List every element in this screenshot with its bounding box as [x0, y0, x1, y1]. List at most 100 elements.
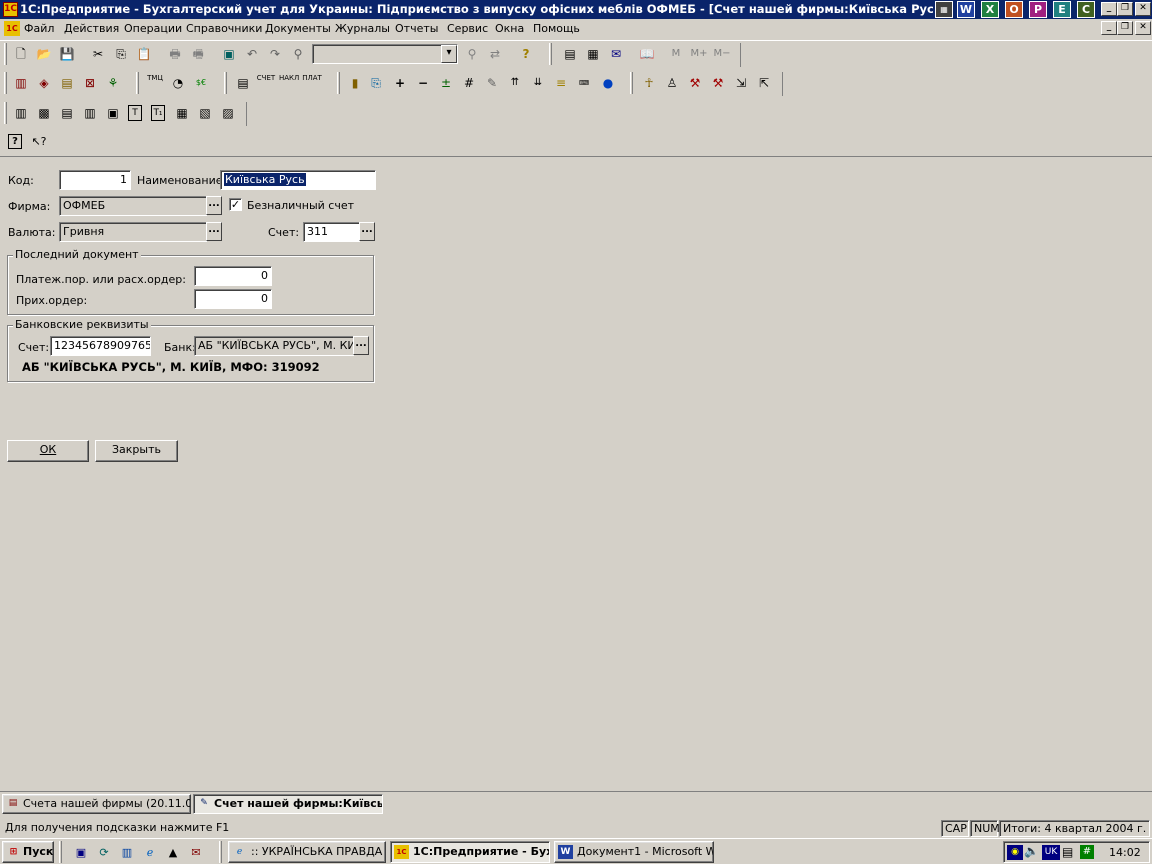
goods-icon[interactable]: ТМЦ	[145, 73, 165, 93]
tray-app-icon[interactable]: ◉	[1007, 845, 1023, 860]
find-next-icon[interactable]: ⚲	[462, 44, 482, 64]
payment-field[interactable]: 0	[194, 266, 272, 286]
up-arrows-icon[interactable]: ⇈	[505, 73, 525, 93]
calendar-icon[interactable]: ▦	[583, 44, 603, 64]
account-select-button[interactable]: ...	[359, 222, 375, 241]
plus-icon[interactable]: +	[390, 73, 410, 93]
menu-help[interactable]: Помощь	[531, 19, 582, 38]
journal-icon[interactable]: ▤	[233, 73, 253, 93]
menu-journals[interactable]: Журналы	[333, 19, 392, 38]
firm-field[interactable]: ОФМЕБ	[59, 196, 207, 216]
menu-actions[interactable]: Действия	[62, 19, 121, 38]
menu-documents[interactable]: Документы	[263, 19, 333, 38]
task-1c[interactable]: 1С 1С:Предприятие - Бух...	[390, 841, 550, 863]
word-icon[interactable]: W	[957, 1, 975, 18]
memory-minus-button[interactable]: M−	[712, 44, 732, 64]
operations-icon[interactable]: ⚘	[103, 73, 123, 93]
text-sub-icon[interactable]: T₁	[151, 105, 165, 121]
bank-field[interactable]: АБ "КИЇВСЬКА РУСЬ", М. КИЇ	[194, 336, 354, 356]
form3-icon[interactable]: ▣	[103, 103, 123, 123]
payment-icon[interactable]: ПЛАТ	[302, 73, 322, 93]
currency-select-button[interactable]: ...	[206, 222, 222, 241]
toolbar-grip[interactable]	[337, 72, 340, 94]
print-preview-icon[interactable]: 🖷	[188, 44, 208, 64]
folder-icon[interactable]: ▮	[345, 73, 365, 93]
app-icon[interactable]: 1С	[3, 2, 18, 17]
balance-icon[interactable]: ±	[436, 73, 456, 93]
tools-icon[interactable]: ⚒	[685, 73, 705, 93]
undo-icon[interactable]: ↶	[242, 44, 262, 64]
close-button[interactable]: ✕	[1135, 2, 1151, 16]
table-icon[interactable]: ▥	[11, 103, 31, 123]
excel-icon[interactable]: X	[981, 1, 999, 18]
mail-icon[interactable]: ✉	[187, 844, 205, 861]
checker-icon[interactable]: ▩	[34, 103, 54, 123]
book-icon[interactable]: 📖	[637, 44, 657, 64]
minimize-button[interactable]: _	[1101, 2, 1117, 16]
start-button[interactable]: ⊞ Пуск	[2, 841, 54, 863]
taskbar-grip[interactable]	[59, 841, 62, 863]
cut-icon[interactable]: ✂	[88, 44, 108, 64]
menu-service[interactable]: Сервис	[445, 19, 490, 38]
toolbar-grip[interactable]	[4, 43, 7, 65]
cashless-checkbox[interactable]: ✓	[229, 198, 242, 211]
doc-minimize-button[interactable]: _	[1101, 21, 1117, 35]
close-form-button[interactable]: Закрыть	[95, 440, 178, 462]
report2-icon[interactable]: ▧	[195, 103, 215, 123]
bank-icon[interactable]: ●	[598, 73, 618, 93]
text-icon[interactable]: T	[128, 105, 142, 121]
employees-icon[interactable]: ⊠	[80, 73, 100, 93]
invoice-icon[interactable]: СЧЕТ	[256, 73, 276, 93]
tools2-icon[interactable]: ⚒	[708, 73, 728, 93]
office-bar-icon[interactable]: ▦	[935, 1, 953, 18]
form2-icon[interactable]: ▥	[80, 103, 100, 123]
menu-reports[interactable]: Отчеты	[393, 19, 440, 38]
volume-icon[interactable]: 🔈	[1024, 844, 1039, 858]
search-combo[interactable]	[312, 44, 458, 64]
export-icon[interactable]: ⇲	[731, 73, 751, 93]
new-icon[interactable]: 🗋	[11, 44, 31, 64]
waybill-icon[interactable]: НАКЛ	[279, 73, 299, 93]
clock[interactable]: 14:02	[1109, 846, 1141, 859]
restore-button[interactable]: ❐	[1117, 2, 1133, 16]
help-icon[interactable]: ?	[516, 44, 536, 64]
tab-accounts-list[interactable]: ▤ Счета нашей фирмы (20.11.04)	[2, 794, 191, 814]
save-icon[interactable]: 💾	[57, 44, 77, 64]
grid-icon[interactable]: #	[459, 73, 479, 93]
message-icon[interactable]: ✉	[606, 44, 626, 64]
copy-icon[interactable]: ⎘	[111, 44, 131, 64]
firm-select-button[interactable]: ...	[206, 196, 222, 215]
toolbar-grip[interactable]	[630, 72, 633, 94]
account-field[interactable]: 311	[303, 222, 360, 242]
calculator-icon[interactable]: ▤	[560, 44, 580, 64]
menu-directories[interactable]: Справочники	[184, 19, 264, 38]
report-icon[interactable]: ▦	[172, 103, 192, 123]
outlook-icon[interactable]: O	[1005, 1, 1023, 18]
receipt-field[interactable]: 0	[194, 289, 272, 309]
doc-restore-button[interactable]: ❐	[1117, 21, 1133, 35]
minus-icon[interactable]: −	[413, 73, 433, 93]
menu-windows[interactable]: Окна	[493, 19, 526, 38]
calc-icon[interactable]: C	[1077, 1, 1095, 18]
acrobat-icon[interactable]: ▲	[164, 844, 182, 861]
reports-icon[interactable]: ◔	[168, 73, 188, 93]
down-arrows-icon[interactable]: ⇊	[528, 73, 548, 93]
form-icon[interactable]: ▤	[57, 103, 77, 123]
doc-icon[interactable]: 1С	[4, 21, 20, 36]
toolbar-grip[interactable]	[4, 102, 7, 124]
explorer-icon[interactable]: E	[1053, 1, 1071, 18]
task-browser[interactable]: ℯ :: УКРАЇНСЬКА ПРАВДА ...	[228, 841, 386, 863]
person-icon[interactable]: ☥	[639, 73, 659, 93]
pen-icon[interactable]: ✎	[482, 73, 502, 93]
redo-icon[interactable]: ↷	[265, 44, 285, 64]
copy-doc-icon[interactable]: ⎘	[366, 73, 386, 93]
powerpoint-icon[interactable]: P	[1029, 1, 1047, 18]
help-topic-icon[interactable]: ?	[8, 134, 22, 149]
bank-select-button[interactable]: ...	[353, 336, 369, 355]
chevron-down-icon[interactable]: ▾	[441, 45, 457, 63]
doc-close-button[interactable]: ✕	[1135, 21, 1151, 35]
replace-icon[interactable]: ⇄	[485, 44, 505, 64]
paste-icon[interactable]: 📋	[134, 44, 154, 64]
person-walk-icon[interactable]: ♙	[662, 73, 682, 93]
context-help-icon[interactable]: ↖?	[29, 132, 49, 152]
